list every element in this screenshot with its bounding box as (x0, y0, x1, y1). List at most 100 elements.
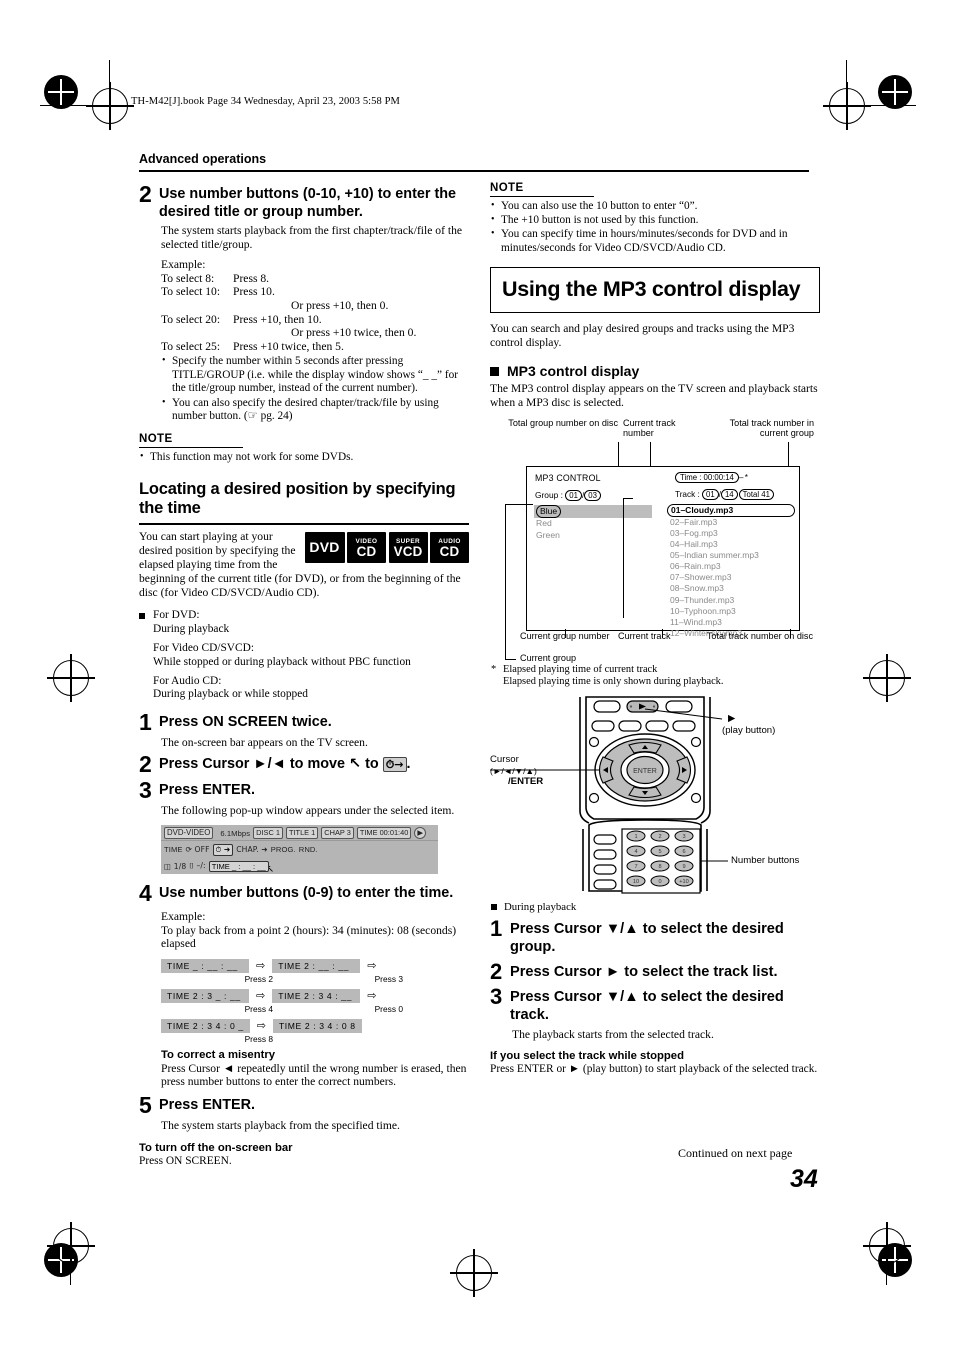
condition-vcd-value: While stopped or during playback without… (153, 655, 411, 668)
group-list-item[interactable]: Red (534, 518, 652, 529)
registration-mark-top-left (44, 75, 78, 109)
time-sequence-captions: Press 2 Press 3 (161, 974, 469, 984)
svg-text:3: 3 (682, 834, 685, 840)
time-display-before: TIME _ : __ : __ (161, 958, 249, 973)
condition-dvd-value: During playback (153, 622, 230, 635)
track-list-item[interactable]: 04–Hail.mp3 (667, 539, 795, 550)
on-screen-bar-row-2: TIME ⟳ OFF ⏱ ➜ CHAP. ➜ PROG. RND. (161, 841, 438, 857)
header-rule (139, 170, 809, 173)
group-label: Group : (535, 489, 563, 500)
example-label (161, 326, 291, 340)
svg-text:10: 10 (633, 879, 639, 885)
step-title: Use number buttons (0-9) to enter the ti… (159, 885, 454, 901)
time-display-after: TIME 2 : __ : __ (272, 958, 361, 973)
condition-cd-value: During playback or while stopped (153, 688, 309, 701)
step-3-body: The following pop-up window appears unde… (161, 804, 455, 818)
example-action: Press 10. (233, 285, 275, 299)
track-list-item[interactable]: 08–Snow.mp3 (667, 583, 795, 594)
track-list-item[interactable]: 03–Fog.mp3 (667, 528, 795, 539)
time-display-before: TIME 2 : 3 _ : __ (161, 988, 249, 1003)
step-title-part-b: to (365, 756, 379, 773)
press-caption: Press 8 (244, 1033, 273, 1044)
time-footnote-marker: * (744, 472, 748, 482)
track-list[interactable]: 01–Cloudy.mp3 02–Fair.mp3 03–Fog.mp3 04–… (667, 503, 795, 639)
group-total: 03 (584, 489, 601, 502)
track-list-item[interactable]: 07–Shower.mp3 (667, 572, 795, 583)
track-list-item[interactable]: 10–Typhoon.mp3 (667, 606, 795, 617)
track-list-item[interactable]: 05–Indian summer.mp3 (667, 550, 795, 561)
badge-bottom: VCD (393, 543, 423, 559)
step-title-part-a: Press Cursor ►/◄ to move (159, 756, 346, 773)
crop-mark-bottom-right (863, 1222, 911, 1270)
mp3-sub-body: The MP3 control display appears on the T… (490, 382, 818, 410)
continued-notice: Continued on next page (678, 1146, 793, 1160)
play-button-glyph: ▶ (728, 712, 736, 724)
step-number: 5 (139, 1091, 152, 1118)
cursor-enter-label: /ENTER (508, 775, 544, 787)
registration-mark-top-right (878, 75, 912, 109)
time-readout: Time : 00:00:14 (675, 471, 739, 484)
step-number: 2 (139, 751, 152, 778)
crop-line-bottom-right (886, 1245, 887, 1285)
press-caption: Press 2 (244, 973, 273, 984)
badge-bottom: CD (439, 543, 460, 559)
cursor-arrow-icon: ↖ (349, 756, 362, 773)
crop-line-left (40, 105, 98, 106)
track-label: Track : (675, 489, 700, 499)
badge-audio-cd: AUDIO CD (430, 532, 469, 564)
step-5-body: The system starts playback from the spec… (161, 1118, 400, 1132)
remote-control-illustration: ENTER 1 2 3 4 5 6 7 8 9 10 0 +10 ▶ (play… (490, 695, 820, 895)
time-entry-sequence: TIME _ : __ : __ ⇨ TIME 2 : __ : __ ⇨ Pr… (161, 958, 469, 1044)
mp3-control-display-diagram: Total group number on disc Current track… (490, 418, 820, 663)
track-total-in-group: 14 (720, 488, 738, 501)
callout-current-track: Current track (618, 630, 671, 641)
step-title: Use number buttons (0-10, +10) to enter … (159, 186, 457, 220)
step-title: Press Cursor ▼/▲ to select the desired g… (510, 920, 784, 956)
example-action: Or press +10 twice, then 0. (291, 326, 417, 340)
leader-line (618, 441, 619, 468)
example-label (161, 299, 291, 313)
group-list-item-selected[interactable]: Blue (534, 504, 652, 519)
step-number: 1 (490, 915, 503, 941)
track-list-item[interactable]: 02–Fair.mp3 (667, 517, 795, 528)
track-list-item-selected[interactable]: 01–Cloudy.mp3 (667, 503, 795, 517)
condition-cd-label: For Audio CD: (153, 675, 222, 687)
crop-mark-top-left (86, 82, 134, 130)
step-4-example-body: To play back from a point 2 (hours): 34 … (161, 923, 457, 951)
group-list[interactable]: Blue Red Green (534, 504, 652, 541)
heading-rule (139, 523, 469, 526)
step-2-select-track-list: 2 Press Cursor ► to select the track lis… (490, 958, 820, 984)
track-list-item[interactable]: 06–Rain.mp3 (667, 561, 795, 572)
step-4-enter-time: 4 Use number buttons (0-9) to enter the … (139, 882, 469, 905)
svg-text:8: 8 (658, 864, 661, 870)
svg-text:9: 9 (682, 864, 685, 870)
group-name: Blue (536, 504, 562, 519)
arrow-right-icon: ⇨ (367, 959, 377, 973)
time-search-icon: ⏱→ (382, 757, 407, 773)
time-sequence-captions: Press 4 Press 0 (161, 1004, 469, 1014)
example-action: Press 8. (233, 271, 270, 285)
right-column: NOTE You can also use the 10 button to e… (490, 182, 820, 1077)
disc-type-label: DVD-VIDEO (164, 827, 214, 839)
footnote-line-2: Elapsed playing time is only shown durin… (503, 676, 724, 688)
on-screen-bar-row-1: DVD-VIDEO 6.1Mbps DISC 1 TITLE 1 CHAP 3 … (161, 825, 438, 840)
track-list-item[interactable]: 11–Wind.mp3 (667, 617, 795, 628)
step-2-body: The system starts playback from the firs… (161, 224, 463, 251)
arrow-right-icon: ⇨ (256, 959, 266, 973)
step-number: 2 (490, 958, 503, 984)
sub-heading-mp3-control-display: MP3 control display (490, 363, 820, 379)
note-items: This function may not work for some DVDs… (139, 450, 469, 464)
section-heading: Using the MP3 control display (502, 277, 801, 302)
step-number: 1 (139, 708, 152, 735)
time-indicator: Time : 00:00:14– * (675, 471, 748, 484)
list-item: You can also specify the desired chapter… (161, 396, 469, 424)
step-1-body: The on-screen bar appears on the TV scre… (161, 735, 368, 749)
time-search-selected-icon: ⏱ ➜ (212, 843, 234, 856)
group-list-item[interactable]: Green (534, 530, 652, 541)
svg-text:0: 0 (658, 879, 661, 885)
svg-text:7: 7 (634, 864, 637, 870)
svg-text:+10: +10 (679, 879, 689, 885)
step-5-press-enter: 5 Press ENTER. (139, 1091, 469, 1118)
running-head-section: Advanced operations (139, 152, 267, 166)
track-list-item[interactable]: 09–Thunder.mp3 (667, 595, 795, 606)
